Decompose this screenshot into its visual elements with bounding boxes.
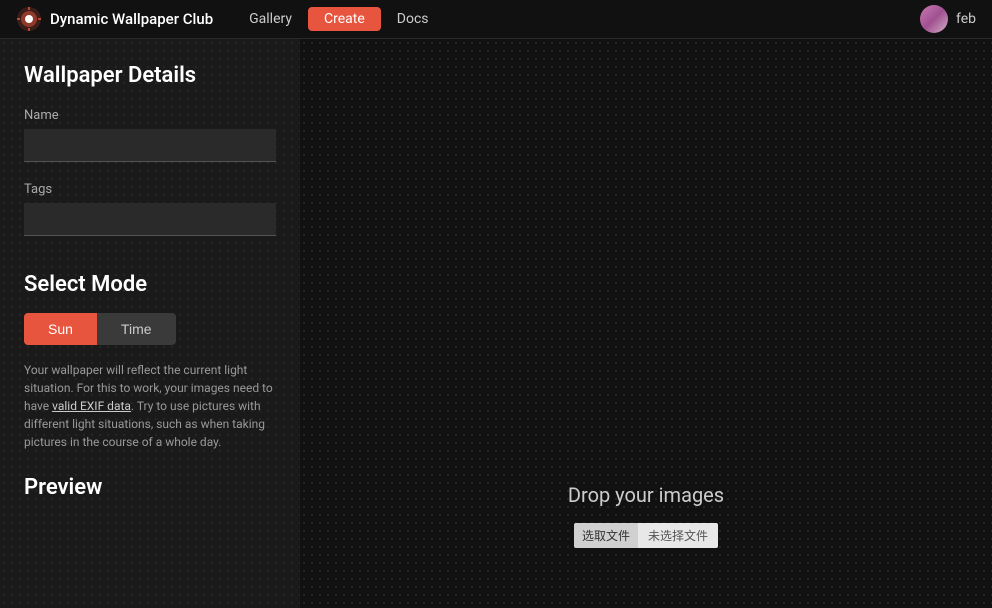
sun-mode-button[interactable]: Sun bbox=[24, 313, 97, 345]
brand-name: Dynamic Wallpaper Club bbox=[50, 10, 213, 28]
app-logo-icon bbox=[16, 6, 42, 32]
preview-title: Preview bbox=[24, 475, 276, 500]
name-input[interactable] bbox=[24, 129, 276, 162]
nav-link-create[interactable]: Create bbox=[308, 7, 381, 31]
main-content: Wallpaper Details Name Tags Select Mode … bbox=[0, 39, 992, 608]
file-input-area: 选取文件 未选择文件 bbox=[574, 523, 718, 548]
nav-brand[interactable]: Dynamic Wallpaper Club bbox=[16, 6, 213, 32]
mode-description: Your wallpaper will reflect the current … bbox=[24, 361, 276, 451]
time-mode-button[interactable]: Time bbox=[97, 313, 176, 345]
tags-field-group: Tags bbox=[24, 182, 276, 256]
right-panel: Drop your images 选取文件 未选择文件 bbox=[300, 39, 992, 608]
name-field-group: Name bbox=[24, 108, 276, 182]
drop-zone[interactable]: Drop your images 选取文件 未选择文件 bbox=[568, 483, 724, 548]
nav-links: Gallery Create Docs bbox=[237, 7, 920, 31]
nav-link-gallery[interactable]: Gallery bbox=[237, 7, 304, 31]
select-mode-title: Select Mode bbox=[24, 272, 276, 297]
nav-user[interactable]: feb bbox=[920, 5, 976, 33]
username: feb bbox=[956, 11, 976, 27]
file-choose-button[interactable]: 选取文件 bbox=[574, 523, 638, 548]
nav-link-docs[interactable]: Docs bbox=[385, 7, 441, 31]
navbar: Dynamic Wallpaper Club Gallery Create Do… bbox=[0, 0, 992, 39]
mode-buttons: Sun Time bbox=[24, 313, 276, 345]
drop-zone-text: Drop your images bbox=[568, 483, 724, 507]
name-label: Name bbox=[24, 108, 276, 123]
avatar bbox=[920, 5, 948, 33]
tags-input[interactable] bbox=[24, 203, 276, 236]
exif-data-link[interactable]: valid EXIF data bbox=[52, 399, 131, 413]
wallpaper-details-title: Wallpaper Details bbox=[24, 63, 276, 88]
left-panel: Wallpaper Details Name Tags Select Mode … bbox=[0, 39, 300, 608]
tags-label: Tags bbox=[24, 182, 276, 197]
file-no-file-label: 未选择文件 bbox=[638, 523, 718, 548]
